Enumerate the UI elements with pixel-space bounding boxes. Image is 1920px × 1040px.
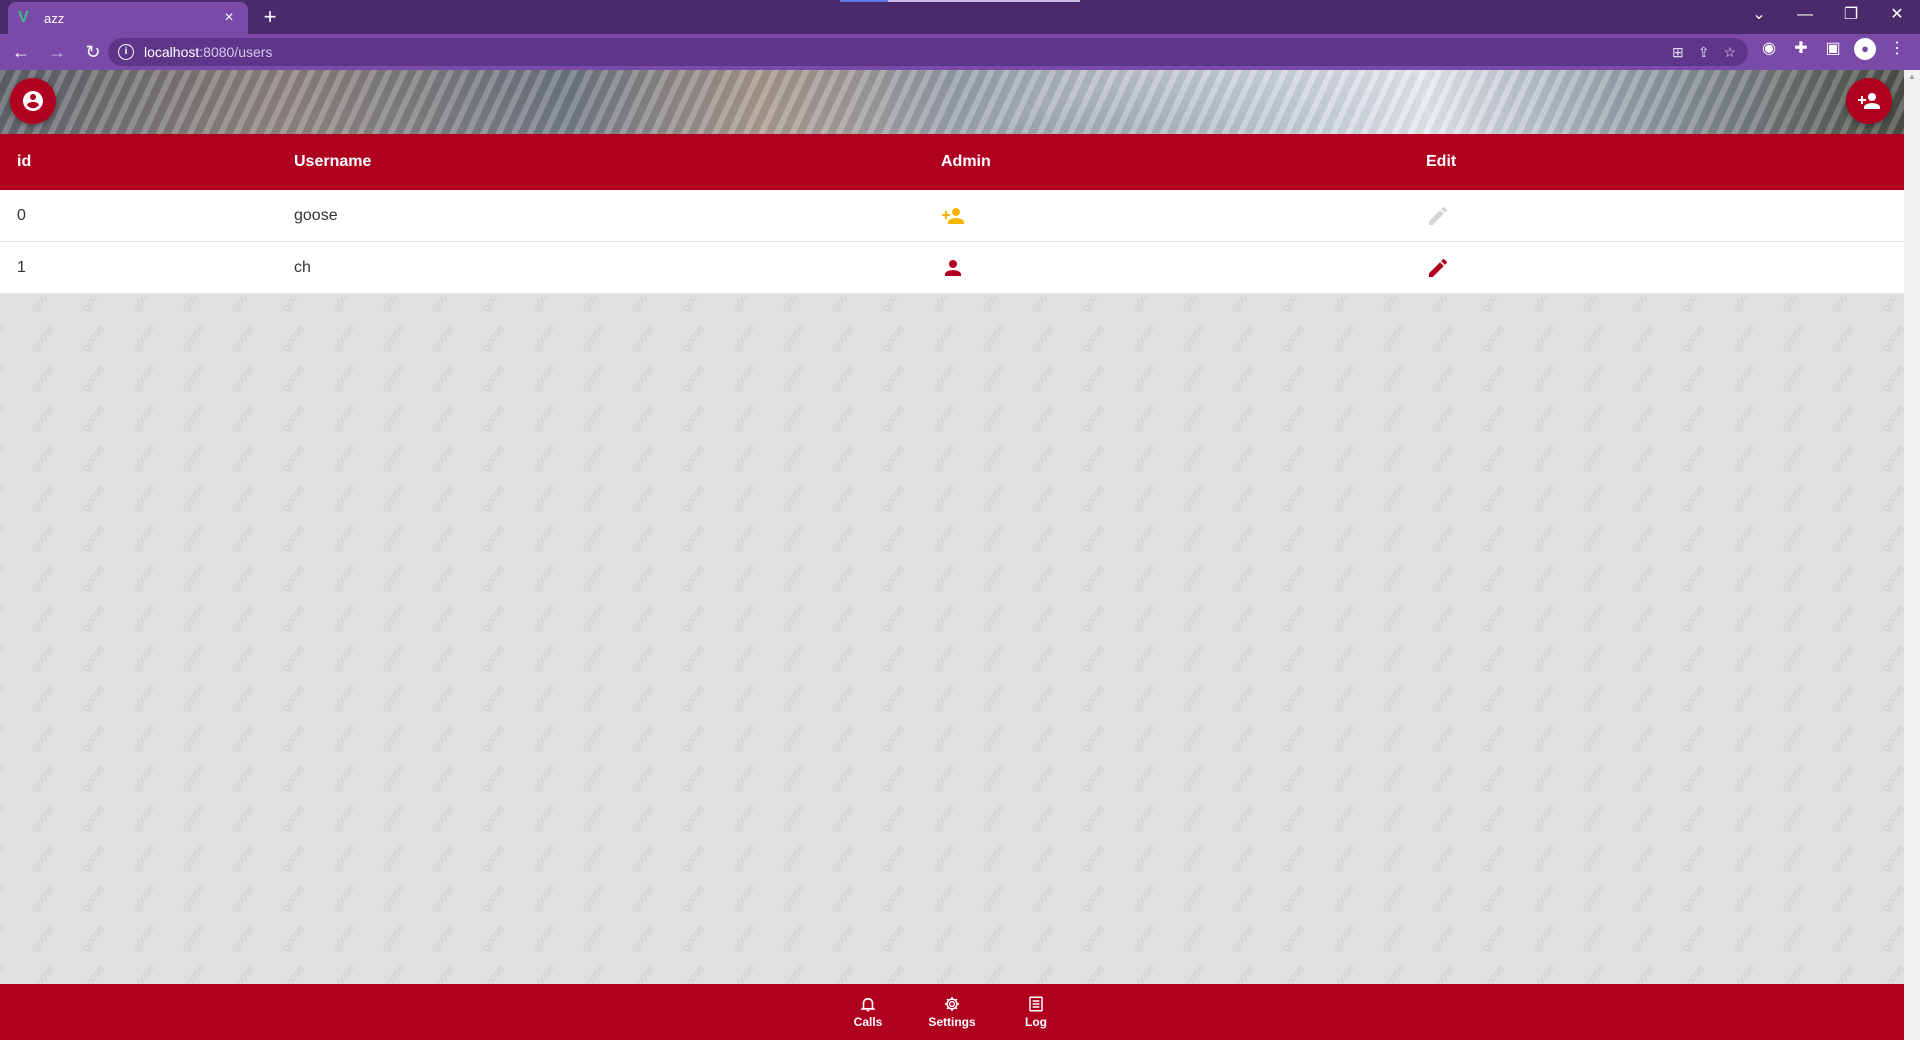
menu-kebab-icon[interactable]: ⋮ [1886,38,1908,60]
cell-username: ch [294,258,311,276]
tab-title: azz [44,10,65,26]
bookmark-star-icon[interactable]: ☆ [1723,44,1736,61]
cell-id: 0 [17,206,26,224]
header-username[interactable]: Username [294,153,941,171]
omnibox-actions: ⊞ ⇪ ☆ [1672,44,1736,61]
browser-tab-strip: V azz × + ⌄ — ❐ ✕ [0,0,1920,34]
edit-pencil-icon[interactable] [1426,256,1450,280]
site-info-icon[interactable]: i [118,44,134,60]
table-row: 1 ch [0,242,1904,294]
cell-admin [941,256,1426,280]
minimize-button[interactable]: — [1782,0,1828,34]
cell-edit [1426,256,1904,280]
bell-icon [860,997,876,1012]
add-user-button[interactable] [1846,78,1892,124]
users-table: id Username Admin Edit 0 goose 1 ch [0,134,1904,294]
url-host: localhost [144,44,200,60]
translate-icon[interactable]: ⊞ [1672,44,1684,61]
back-button[interactable]: ← [6,37,36,67]
table-header: id Username Admin Edit [0,134,1904,190]
extension-icon[interactable]: ◉ [1758,38,1780,60]
person-add-icon[interactable] [941,204,965,228]
gear-icon [944,996,960,1012]
table-row: 0 goose [0,190,1904,242]
address-bar[interactable]: i localhost:8080/users ⊞ ⇪ ☆ [108,38,1748,66]
log-icon [1029,996,1043,1012]
account-button[interactable] [10,78,56,124]
puzzle-icon[interactable]: ✚ [1790,38,1812,60]
profile-avatar-icon[interactable]: ● [1854,38,1876,60]
account-circle-icon [23,91,43,111]
edit-pencil-icon [1429,206,1448,225]
tab-search-icon[interactable]: ⌄ [1736,0,1782,34]
cell-username: goose [294,206,338,224]
person-add-icon [1858,93,1880,109]
header-banner-image [0,70,1904,134]
new-tab-button[interactable]: + [258,6,282,30]
watermark-background: goose goose goose goose goose goose goose goose… [0,296,1904,984]
reload-button[interactable]: ↻ [78,37,108,67]
scroll-up-arrow-icon[interactable]: ▲ [1904,70,1920,84]
url-path: :8080/users [199,44,273,60]
nav-calls[interactable]: Calls [844,995,892,1029]
window-controls: ⌄ — ❐ ✕ [1736,0,1920,34]
header-id[interactable]: id [0,153,294,171]
side-panel-icon[interactable]: ▣ [1822,38,1844,60]
tab-close-icon[interactable]: × [220,9,238,27]
share-icon[interactable]: ⇪ [1698,44,1710,61]
page-scrollbar[interactable]: ▲ [1904,70,1920,1040]
person-icon[interactable] [941,256,965,280]
nav-settings[interactable]: Settings [928,995,976,1029]
header-admin[interactable]: Admin [941,153,1426,171]
browser-toolbar: ← → ↻ i localhost:8080/users ⊞ ⇪ ☆ [0,34,1920,70]
nav-log-label: Log [1025,1015,1047,1029]
nav-calls-label: Calls [853,1015,883,1029]
close-window-button[interactable]: ✕ [1874,0,1920,34]
browser-tab[interactable]: V azz × [8,2,248,34]
app-root: id Username Admin Edit 0 goose 1 ch goos… [0,70,1904,1040]
watermark-pattern: goose goose goose goose goose goose goose goose… [0,296,1904,984]
cell-admin [941,204,1426,228]
loading-indicator [840,0,1080,2]
extension-icons: ◉ ✚ ▣ ● ⋮ [1758,38,1920,60]
forward-button[interactable]: → [42,37,72,67]
nav-settings-label: Settings [928,1015,976,1029]
vue-favicon-icon: V [18,9,29,26]
cell-id: 1 [17,258,26,276]
restore-button[interactable]: ❐ [1828,0,1874,34]
header-edit[interactable]: Edit [1426,153,1904,171]
cell-edit [1426,204,1904,228]
bottom-navigation: Calls Settings Log [0,984,1904,1040]
nav-log[interactable]: Log [1012,995,1060,1029]
